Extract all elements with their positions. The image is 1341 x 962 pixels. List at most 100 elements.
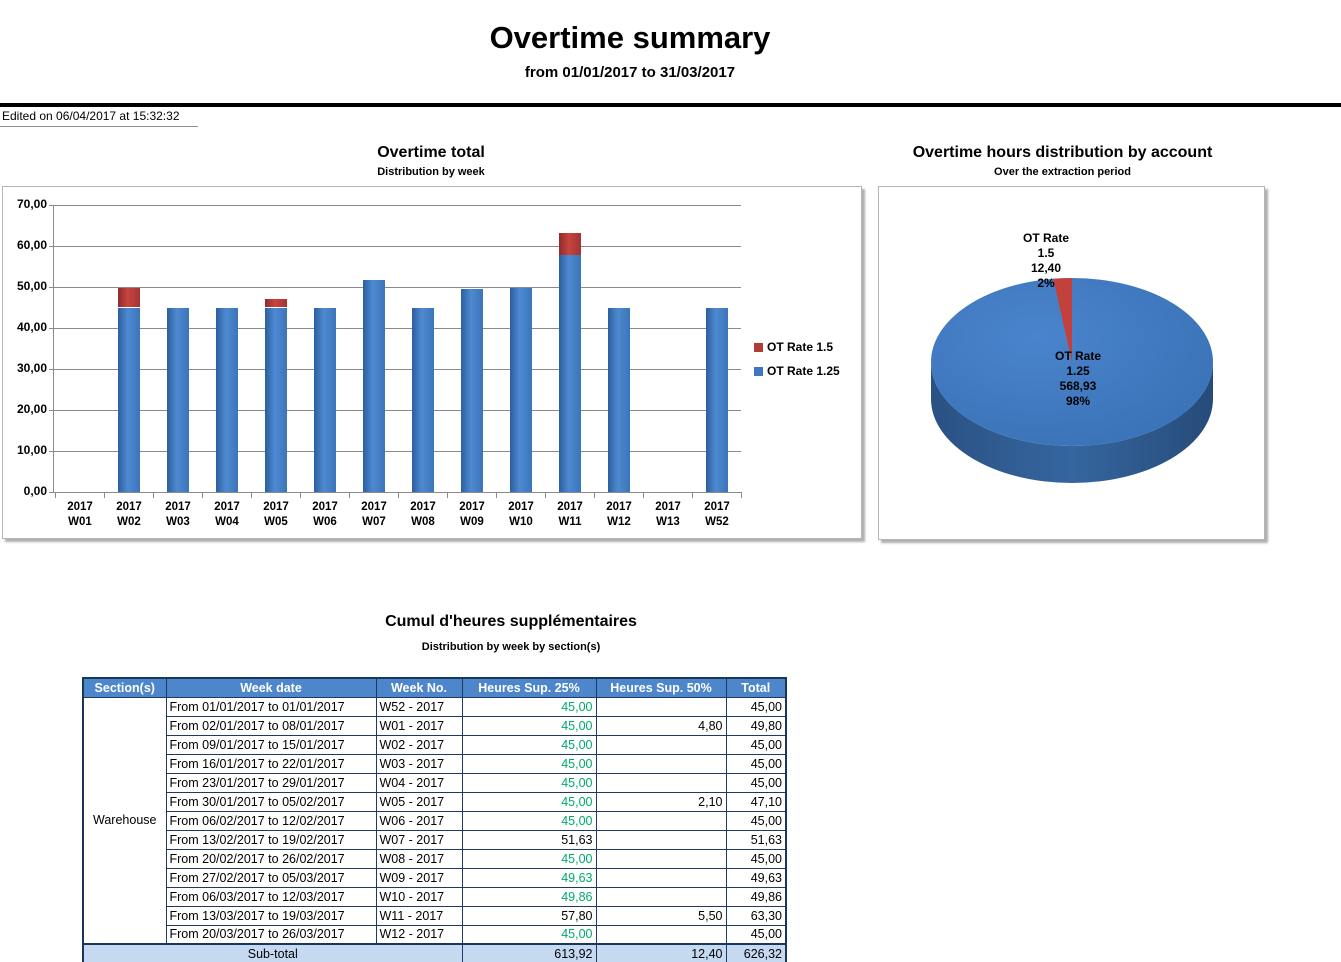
pie-label-line: 1.25	[1013, 364, 1143, 379]
total-cell: 63,30	[726, 906, 786, 925]
heures-sup-25-cell: 45,00	[462, 754, 596, 773]
x-axis-label: 2017 W06	[301, 500, 349, 530]
total-cell: 45,00	[726, 925, 786, 944]
table-row: From 02/01/2017 to 08/01/2017W01 - 20174…	[83, 716, 786, 735]
pie-label-line: 12,40	[981, 261, 1111, 276]
x-axis-tick	[692, 492, 693, 498]
table-row: From 20/02/2017 to 26/02/2017W08 - 2017 4…	[83, 849, 786, 868]
heures-sup-25-cell: 49,63	[462, 868, 596, 887]
y-axis-label: 0,00	[3, 484, 47, 498]
week-no-cell: W52 - 2017	[376, 697, 462, 716]
edited-note: Edited on 06/04/2017 at 15:32:32	[0, 108, 198, 127]
bar-segment-w05-s0	[265, 299, 287, 308]
pie-chart-subtitle: Over the extraction period	[870, 166, 1255, 178]
legend-label: OT Rate 1.5	[767, 340, 833, 354]
heures-sup-25-cell: 45,00	[462, 811, 596, 830]
subtotal-heures-sup-50: 12,40	[596, 944, 726, 962]
total-cell: 47,10	[726, 792, 786, 811]
gridline	[53, 369, 741, 370]
legend-label: OT Rate 1.25	[767, 364, 840, 378]
pie-label-line: 98%	[1013, 394, 1143, 409]
report-page: Overtime summary from 01/01/2017 to 31/0…	[0, 0, 1341, 962]
x-axis-label: 2017 W10	[497, 500, 545, 530]
x-axis-label: 2017 W08	[399, 500, 447, 530]
heures-sup-25-cell: 45,00	[462, 716, 596, 735]
heures-sup-50-cell: 5,50	[596, 906, 726, 925]
heures-sup-50-cell	[596, 811, 726, 830]
total-cell: 45,00	[726, 773, 786, 792]
table-header-cell: Week No.	[376, 678, 462, 697]
pie-label-line: OT Rate	[981, 231, 1111, 246]
x-axis-label: 2017 W52	[693, 500, 741, 530]
x-axis-tick	[496, 492, 497, 498]
week-date-cell: From 06/03/2017 to 12/03/2017	[166, 887, 376, 906]
table-header-cell: Week date	[166, 678, 376, 697]
x-axis-tick	[153, 492, 154, 498]
y-axis-label: 60,00	[3, 238, 47, 252]
pie-chart-panel: OT Rate1.512,402% OT Rate1.25568,9398%	[878, 186, 1265, 540]
x-axis-label: 2017 W02	[105, 500, 153, 530]
x-axis-tick	[202, 492, 203, 498]
x-axis-label: 2017 W12	[595, 500, 643, 530]
x-axis-label: 2017 W03	[154, 500, 202, 530]
table-header-cell: Heures Sup. 25%	[462, 678, 596, 697]
bar-segment-w03-s1	[167, 308, 189, 493]
heures-sup-25-cell: 57,80	[462, 906, 596, 925]
x-axis-tick	[104, 492, 105, 498]
heures-sup-50-cell	[596, 697, 726, 716]
bar-segment-w02-s0	[118, 288, 140, 308]
y-axis-label: 10,00	[3, 443, 47, 457]
week-date-cell: From 16/01/2017 to 22/01/2017	[166, 754, 376, 773]
header-rule	[0, 103, 1341, 107]
heures-sup-50-cell	[596, 887, 726, 906]
table-row: From 06/03/2017 to 12/03/2017W10 - 20174…	[83, 887, 786, 906]
y-axis-label: 70,00	[3, 197, 47, 211]
table-row: From 09/01/2017 to 15/01/2017W02 - 20174…	[83, 735, 786, 754]
x-axis-tick	[643, 492, 644, 498]
overtime-table: Section(s)Week dateWeek No.Heures Sup. 2…	[82, 677, 787, 962]
section-cell: Warehouse	[83, 697, 166, 944]
x-axis-tick	[300, 492, 301, 498]
bar-segment-w05-s1	[265, 308, 287, 493]
week-date-cell: From 27/02/2017 to 05/03/2017	[166, 868, 376, 887]
week-no-cell: W12 - 2017	[376, 925, 462, 944]
legend-item: OT Rate 1.5	[754, 340, 833, 354]
total-cell: 45,00	[726, 735, 786, 754]
gridline	[53, 492, 741, 493]
legend-swatch-ot15	[754, 343, 763, 352]
subtotal-heures-sup-25: 613,92	[462, 944, 596, 962]
page-title: Overtime summary	[0, 20, 1260, 56]
heures-sup-50-cell	[596, 830, 726, 849]
pie-label-line: OT Rate	[1013, 349, 1143, 364]
table-row: WarehouseFrom 01/01/2017 to 01/01/2017W5…	[83, 697, 786, 716]
x-axis-tick	[55, 492, 56, 498]
table-title: Cumul d'heures supplémentaires	[0, 613, 1022, 631]
table-subtitle: Distribution by week by section(s)	[0, 641, 1022, 653]
week-no-cell: W03 - 2017	[376, 754, 462, 773]
legend-swatch-ot125	[754, 367, 763, 376]
bar-segment-w09-s1	[461, 289, 483, 493]
table-row: From 16/01/2017 to 22/01/2017W03 - 20174…	[83, 754, 786, 773]
total-cell: 51,63	[726, 830, 786, 849]
week-date-cell: From 20/02/2017 to 26/02/2017	[166, 849, 376, 868]
table-row: From 20/03/2017 to 26/03/2017W12 - 20174…	[83, 925, 786, 944]
x-axis-tick	[447, 492, 448, 498]
x-axis-label: 2017 W01	[56, 500, 104, 530]
week-date-cell: From 02/01/2017 to 08/01/2017	[166, 716, 376, 735]
week-no-cell: W05 - 2017	[376, 792, 462, 811]
bar-segment-w04-s1	[216, 308, 238, 493]
table-header-cell: Total	[726, 678, 786, 697]
heures-sup-25-cell: 51,63	[462, 830, 596, 849]
table-row: From 13/02/2017 to 19/02/2017W07 - 20175…	[83, 830, 786, 849]
heures-sup-50-cell	[596, 735, 726, 754]
pie-label-line: 2%	[981, 276, 1111, 291]
bar-segment-w08-s1	[412, 308, 434, 493]
pie-label-line: 568,93	[1013, 379, 1143, 394]
x-axis-tick	[545, 492, 546, 498]
heures-sup-50-cell	[596, 868, 726, 887]
bar-segment-w11-s0	[559, 233, 581, 256]
week-no-cell: W08 - 2017	[376, 849, 462, 868]
total-cell: 45,00	[726, 849, 786, 868]
pie-chart-title: Overtime hours distribution by account	[870, 144, 1255, 162]
heures-sup-25-cell: 45,00	[462, 735, 596, 754]
